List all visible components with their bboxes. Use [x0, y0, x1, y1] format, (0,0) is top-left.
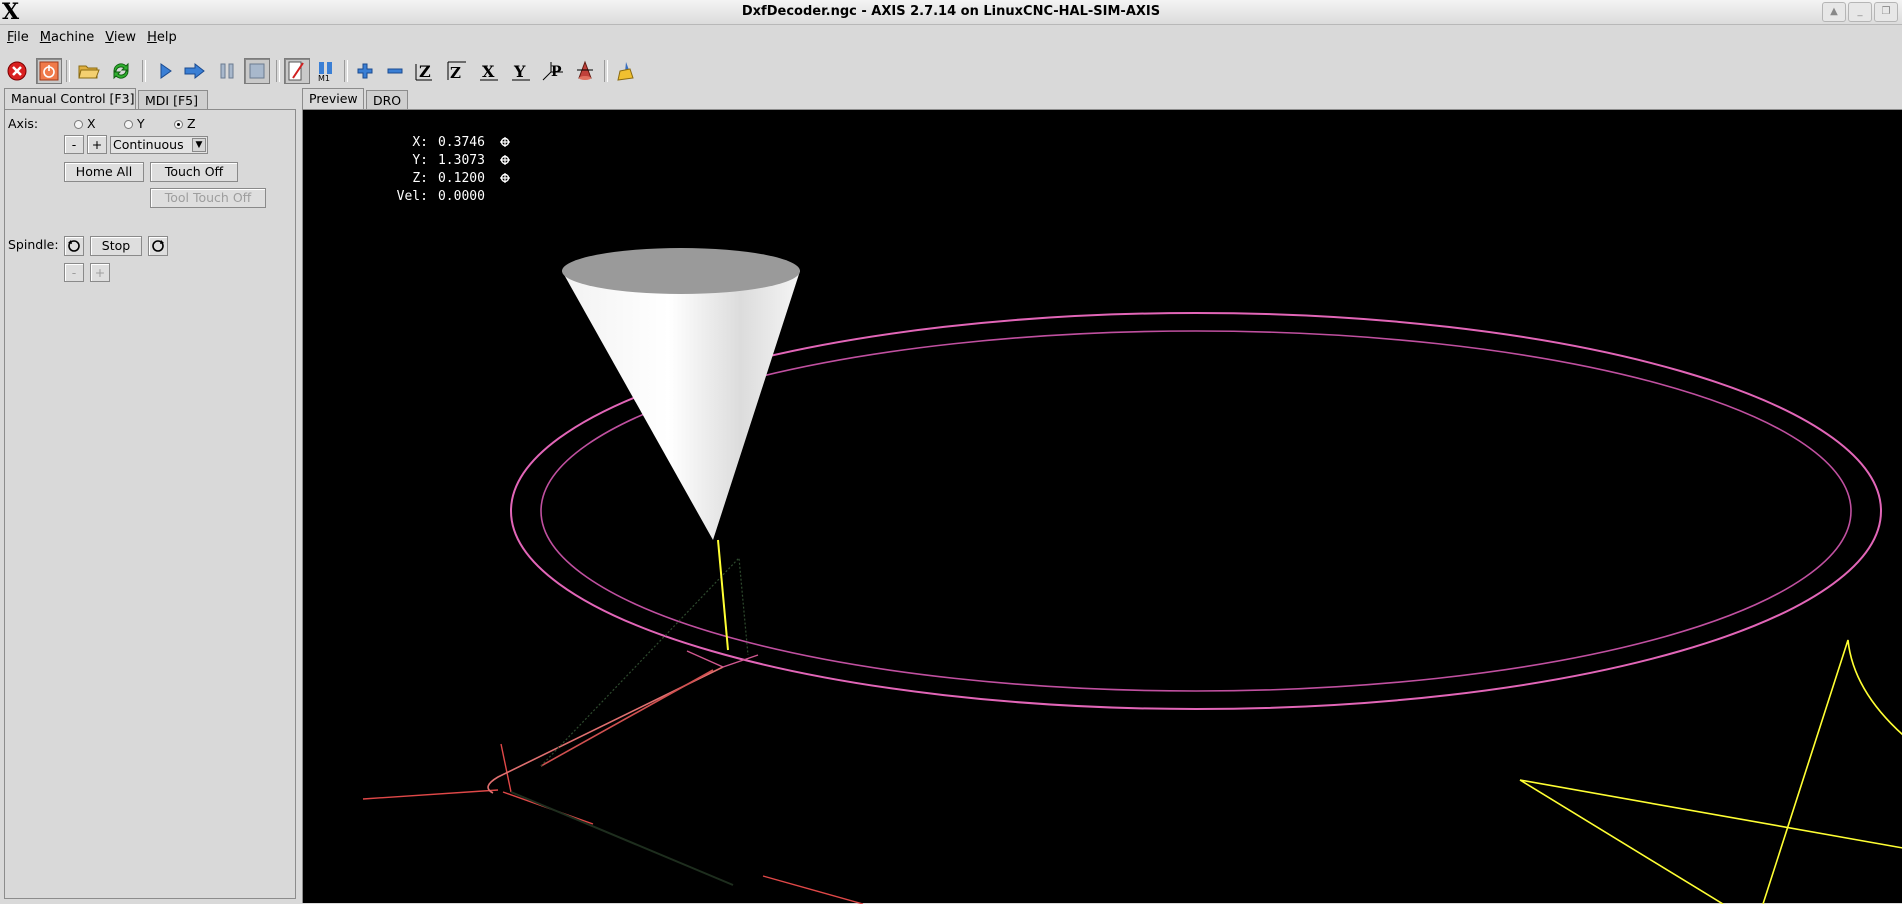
touch-off-button[interactable]: Touch Off [150, 162, 238, 182]
jog-increment-value: Continuous [113, 137, 184, 152]
axis-z-radio[interactable] [174, 120, 183, 129]
zoom-out-icon[interactable] [382, 58, 408, 84]
axis-y-label: Y [137, 116, 145, 131]
view-y-icon[interactable]: Y [508, 58, 534, 84]
dro-vel-label: Vel: [396, 189, 428, 204]
menu-file[interactable]: File [0, 28, 33, 48]
rotate-view-icon[interactable] [572, 58, 598, 84]
jog-plus-button[interactable]: + [87, 135, 107, 154]
tab-dro[interactable]: DRO [366, 90, 408, 109]
preview-canvas[interactable]: X: 0.3746 Y: 1.3073 Z: 0.1200 Vel: 0.0000 [302, 109, 1902, 904]
toolpath-scene [362, 248, 1902, 904]
title-bar: X DxfDecoder.ngc - AXIS 2.7.14 on LinuxC… [0, 0, 1902, 25]
axis-x-label: X [87, 116, 96, 131]
guide-line-2 [510, 791, 734, 886]
machine-power-icon[interactable] [36, 58, 62, 84]
tool-cone [562, 271, 800, 540]
svg-text:Y: Y [513, 62, 526, 81]
menu-bar: File Machine View Help [0, 28, 181, 48]
axis-x-radio[interactable] [74, 120, 83, 129]
axis-y-radio[interactable] [124, 120, 133, 129]
zoom-in-icon[interactable] [352, 58, 378, 84]
spindle-reverse-icon[interactable] [64, 236, 84, 256]
spindle-plus-button[interactable]: + [90, 263, 110, 282]
block-delete-icon[interactable] [284, 58, 310, 84]
minimize-icon[interactable]: _ [1848, 2, 1872, 22]
toolbar: M1 Z Z X Y P [0, 56, 1902, 86]
yellow-path [1519, 779, 1902, 849]
spindle-forward-icon[interactable] [148, 236, 168, 256]
restore-icon[interactable]: ❐ [1874, 2, 1898, 22]
open-file-icon[interactable] [76, 58, 102, 84]
menu-help[interactable]: Help [140, 28, 181, 48]
tool-cone-top [562, 248, 800, 294]
svg-text:X: X [482, 62, 495, 81]
maximize-icon[interactable]: ▲ [1822, 2, 1846, 22]
view-z2-icon[interactable]: Z [444, 58, 470, 84]
svg-text:P: P [551, 64, 562, 80]
dro-vel-value: 0.0000 [437, 189, 485, 204]
svg-text:Z: Z [450, 64, 461, 82]
step-icon[interactable] [182, 58, 208, 84]
rapid-line-1 [362, 789, 499, 800]
manual-control-panel: Axis: X Y Z - + Continuous ▼ Home All To… [4, 109, 296, 899]
reload-icon[interactable] [108, 58, 134, 84]
menu-view[interactable]: View [98, 28, 140, 48]
axis-label: Axis: [8, 116, 39, 131]
tab-mdi[interactable]: MDI [F5] [138, 90, 208, 109]
dro-row-y: Y: 1.3073 [331, 134, 510, 168]
run-icon[interactable] [152, 58, 178, 84]
menu-machine[interactable]: Machine [33, 28, 98, 48]
guide-line-1 [540, 556, 749, 767]
view-p-icon[interactable]: P [540, 58, 566, 84]
home-all-button[interactable]: Home All [64, 162, 144, 182]
tab-preview[interactable]: Preview [302, 88, 364, 109]
svg-text:Z: Z [419, 62, 431, 81]
spindle-label: Spindle: [8, 237, 59, 252]
lead-in-path-inner [540, 669, 714, 767]
tool-touch-off-button[interactable]: Tool Touch Off [150, 188, 266, 208]
stop-icon[interactable] [244, 58, 270, 84]
tab-manual-control[interactable]: Manual Control [F3] [4, 88, 136, 109]
optional-stop-icon[interactable]: M1 [314, 58, 340, 84]
dro-overlay: X: 0.3746 Y: 1.3073 Z: 0.1200 Vel: 0.0000 [331, 116, 510, 204]
rapid-line-3 [500, 743, 512, 793]
yellow-path-3 [1762, 639, 1902, 904]
jog-minus-button[interactable]: - [64, 135, 84, 154]
pause-icon[interactable] [214, 58, 240, 84]
clear-plot-icon[interactable] [612, 58, 638, 84]
spindle-stop-button[interactable]: Stop [90, 236, 142, 256]
dro-row-x: X: 0.3746 [331, 116, 510, 150]
svg-text:M1: M1 [318, 74, 330, 82]
view-x-icon[interactable]: X [476, 58, 502, 84]
current-segment-line [717, 539, 729, 651]
jog-increment-select[interactable]: Continuous ▼ [110, 136, 208, 154]
view-z-icon[interactable]: Z [412, 58, 438, 84]
estop-icon[interactable] [4, 58, 30, 84]
dro-row-z: Z: 0.1200 [331, 152, 510, 186]
window-title: DxfDecoder.ngc - AXIS 2.7.14 on LinuxCNC… [741, 4, 1161, 19]
rapid-line-4 [762, 875, 864, 904]
chevron-down-icon[interactable]: ▼ [192, 138, 206, 152]
axis-z-label: Z [187, 116, 196, 131]
spindle-minus-button[interactable]: - [64, 263, 84, 282]
dro-row-vel: Vel: 0.0000 [331, 170, 510, 204]
